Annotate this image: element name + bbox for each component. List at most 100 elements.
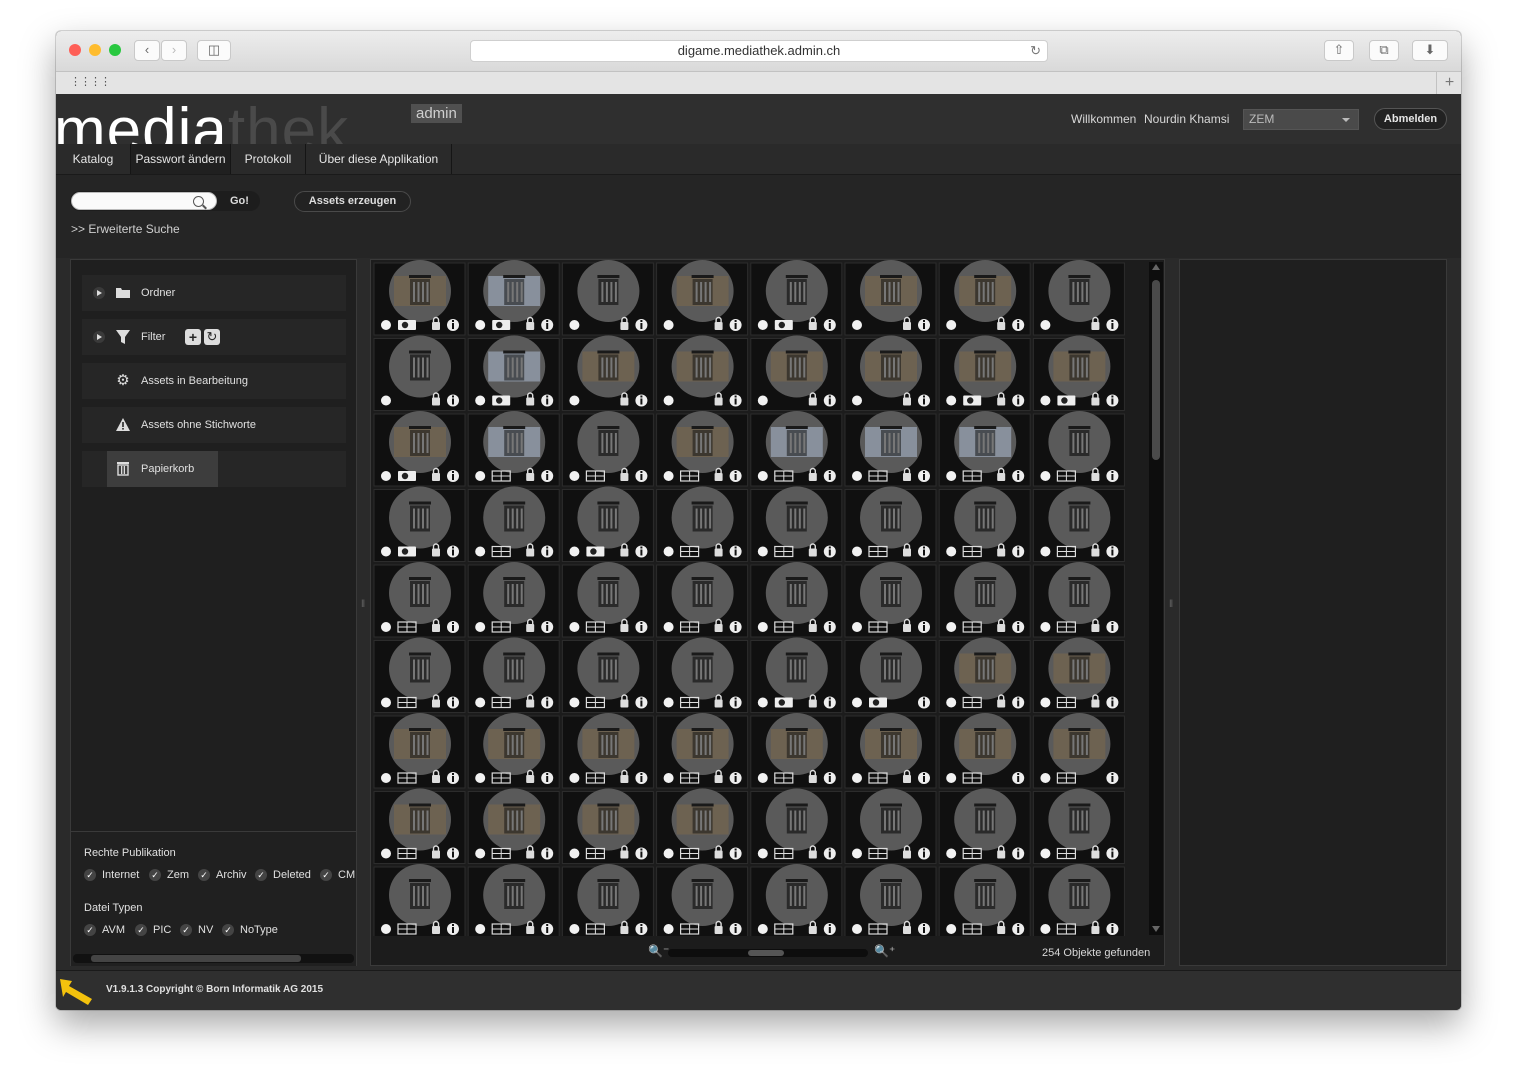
asset-cell[interactable] [1032,335,1125,411]
asset-cell[interactable] [561,637,654,713]
asset-cell[interactable] [467,411,560,487]
select-radio[interactable] [381,546,391,557]
asset-cell[interactable] [1032,411,1125,487]
asset-cell[interactable] [467,562,560,638]
select-radio[interactable] [663,848,674,859]
select-radio[interactable] [852,471,862,481]
select-radio[interactable] [381,848,391,859]
asset-cell[interactable] [844,411,937,487]
select-radio[interactable] [852,848,862,859]
select-radio[interactable] [381,697,391,708]
asset-cell[interactable] [373,788,466,864]
select-radio[interactable] [1040,848,1051,859]
select-radio[interactable] [1040,471,1051,481]
select-radio[interactable] [852,395,862,406]
close-window-button[interactable] [69,44,81,56]
asset-cell[interactable] [750,335,843,411]
asset-cell[interactable] [561,562,654,638]
asset-cell[interactable] [844,713,937,789]
select-radio[interactable] [757,773,768,783]
tab-passwort[interactable]: Passwort ändern [131,144,231,174]
select-radio[interactable] [569,697,580,708]
zoom-slider[interactable] [668,949,868,957]
zoom-slider-thumb[interactable] [748,950,784,956]
select-radio[interactable] [569,848,580,859]
select-radio[interactable] [663,395,674,406]
sidebar-item-ordner[interactable]: Ordner [82,275,346,311]
select-radio[interactable] [1040,395,1051,406]
asset-cell[interactable] [938,713,1031,789]
select-radio[interactable] [757,395,768,406]
create-assets-button[interactable]: Assets erzeugen [294,191,411,212]
new-tab-icon[interactable]: + [1436,72,1461,94]
downloads-button[interactable]: ⬇ [1412,40,1448,61]
asset-cell[interactable] [844,335,937,411]
select-radio[interactable] [757,622,768,632]
select-radio[interactable] [475,848,486,859]
select-radio[interactable] [569,622,580,632]
select-radio[interactable] [757,924,768,934]
asset-cell[interactable] [750,864,843,936]
select-radio[interactable] [475,395,486,406]
org-select[interactable]: ZEM [1243,109,1359,130]
checkbox-cm[interactable]: ✓ CM [320,869,355,881]
asset-cell[interactable] [1032,562,1125,638]
asset-cell[interactable] [750,486,843,562]
select-radio[interactable] [757,320,768,330]
select-radio[interactable] [475,622,486,632]
zoom-window-button[interactable] [109,44,121,56]
asset-cell[interactable] [656,713,749,789]
select-radio[interactable] [381,773,391,783]
asset-cell[interactable] [844,562,937,638]
asset-cell[interactable] [656,562,749,638]
forward-button[interactable]: › [161,40,187,61]
checkbox-internet[interactable]: ✓ Internet [84,869,139,881]
select-radio[interactable] [946,320,957,330]
zoom-out-icon[interactable]: 🔍⁻ [648,944,669,958]
select-radio[interactable] [946,471,957,481]
checkbox-archiv[interactable]: ✓ Archiv [198,869,247,881]
select-radio[interactable] [1040,320,1051,330]
go-button[interactable]: Go! [230,192,249,210]
select-radio[interactable] [569,395,580,406]
asset-cell[interactable] [1032,788,1125,864]
sidebar-item-papierkorb[interactable]: Papierkorb [82,451,346,487]
select-radio[interactable] [946,924,957,934]
scroll-down-icon[interactable] [1152,926,1160,932]
asset-cell[interactable] [467,788,560,864]
asset-cell[interactable] [1032,486,1125,562]
reload-icon[interactable]: ↻ [1030,41,1041,61]
asset-cell[interactable] [373,486,466,562]
asset-cell[interactable] [656,637,749,713]
select-radio[interactable] [475,697,486,708]
add-filter-icon[interactable]: + [185,329,201,345]
asset-cell[interactable] [467,486,560,562]
select-radio[interactable] [852,773,862,783]
select-radio[interactable] [663,546,674,557]
checkbox-avm[interactable]: ✓ AVM [84,924,125,936]
asset-cell[interactable] [467,713,560,789]
select-radio[interactable] [663,471,674,481]
select-radio[interactable] [475,924,486,934]
select-radio[interactable] [852,924,862,934]
tab-katalog[interactable]: Katalog [56,144,131,174]
sidebar-toggle-button[interactable]: ◫ [197,40,231,61]
asset-cell[interactable] [656,864,749,936]
asset-cell[interactable] [373,335,466,411]
asset-cell[interactable] [561,260,654,336]
select-radio[interactable] [852,697,862,708]
select-radio[interactable] [381,622,391,632]
asset-cell[interactable] [750,260,843,336]
asset-cell[interactable] [561,411,654,487]
select-radio[interactable] [569,924,580,934]
asset-cell[interactable] [656,411,749,487]
select-radio[interactable] [946,848,957,859]
select-radio[interactable] [381,395,391,406]
asset-cell[interactable] [938,260,1031,336]
asset-cell[interactable] [750,788,843,864]
logout-button[interactable]: Abmelden [1374,108,1447,130]
asset-cell[interactable] [467,335,560,411]
expand-icon[interactable] [93,331,105,343]
left-splitter-handle[interactable]: ‖ [361,599,365,613]
sidebar-item-bearbeitung[interactable]: ⚙ Assets in Bearbeitung [82,363,346,399]
